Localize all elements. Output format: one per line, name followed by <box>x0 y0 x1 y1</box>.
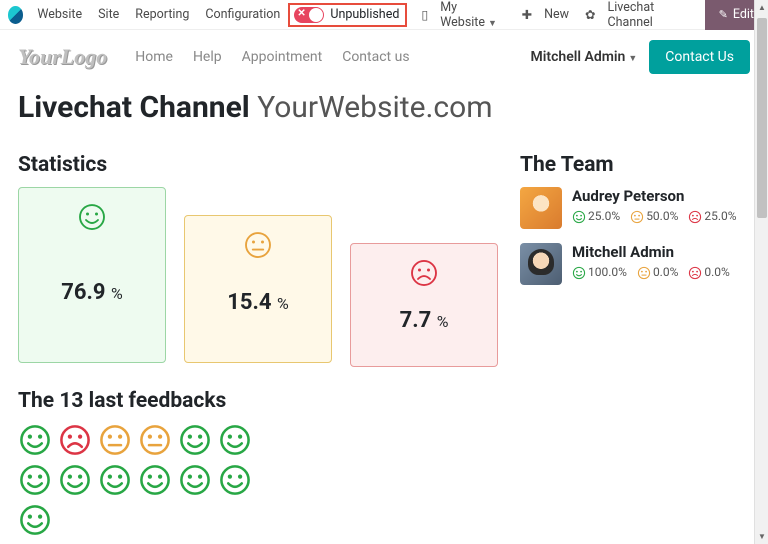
happy-face-icon <box>572 266 586 280</box>
top-menu-configuration[interactable]: Configuration <box>205 7 280 22</box>
avatar <box>520 243 562 285</box>
stat-card-sad: 7.7 % <box>350 243 498 367</box>
stat-card-neutral: 15.4 % <box>184 215 332 363</box>
livechat-channel-link[interactable]: Livechat Channel <box>608 0 689 30</box>
team-heading: The Team <box>520 153 750 177</box>
publish-toggle[interactable]: ✕ <box>294 7 324 23</box>
member-name: Mitchell Admin <box>572 243 730 261</box>
sad-face-icon <box>688 266 702 280</box>
top-menu-site[interactable]: Site <box>98 7 119 22</box>
neutral-face-icon <box>630 210 644 224</box>
happy-face-icon <box>18 423 52 457</box>
happy-face-icon <box>178 423 212 457</box>
happy-face-icon <box>218 423 252 457</box>
plus-icon: ✚ <box>522 7 532 23</box>
sad-face-icon <box>409 258 439 288</box>
neutral-face-icon <box>637 266 651 280</box>
stat-cards: 76.9 % 15.4 % 7.7 % <box>18 187 500 367</box>
scrollbar-thumb[interactable] <box>757 18 767 218</box>
feedback-grid <box>18 423 278 537</box>
nav-appointment[interactable]: Appointment <box>242 49 323 65</box>
site-navbar: YourLogo Home Help Appointment Contact u… <box>0 30 768 84</box>
nav-home[interactable]: Home <box>135 49 173 65</box>
top-menu-reporting[interactable]: Reporting <box>135 7 189 22</box>
site-logo[interactable]: YourLogo <box>18 44 107 70</box>
vertical-scrollbar[interactable]: ▲ ▼ <box>754 0 768 544</box>
team-member: Mitchell Admin 100.0% 0.0% 0.0% <box>520 243 750 285</box>
avatar <box>520 187 562 229</box>
sad-face-icon <box>688 210 702 224</box>
happy-face-icon <box>18 463 52 497</box>
happy-face-icon <box>178 463 212 497</box>
happy-face-icon <box>18 503 52 537</box>
my-website-dropdown[interactable]: My Website▼ <box>440 0 505 30</box>
nav-help[interactable]: Help <box>193 49 222 65</box>
mobile-icon[interactable]: ▯ <box>421 7 428 23</box>
page-title: Livechat Channel YourWebsite.com <box>18 90 750 125</box>
neutral-face-icon <box>98 423 132 457</box>
happy-face-icon <box>138 463 172 497</box>
pencil-icon: ✎ <box>719 8 728 21</box>
happy-face-icon <box>77 202 107 232</box>
scroll-down-arrow[interactable]: ▼ <box>758 532 766 541</box>
happy-face-icon <box>58 463 92 497</box>
member-name: Audrey Peterson <box>572 187 737 205</box>
odoo-icon <box>8 6 23 24</box>
publish-toggle-highlight: ✕ Unpublished <box>288 3 407 27</box>
happy-face-icon <box>98 463 132 497</box>
user-menu[interactable]: Mitchell Admin▼ <box>531 49 638 65</box>
new-button[interactable]: New <box>544 7 569 22</box>
contact-us-button[interactable]: Contact Us <box>649 40 750 74</box>
neutral-face-icon <box>138 423 172 457</box>
happy-face-icon <box>572 210 586 224</box>
scroll-up-arrow[interactable]: ▲ <box>758 3 766 12</box>
neutral-face-icon <box>243 230 273 260</box>
member-stats: 100.0% 0.0% 0.0% <box>572 265 730 280</box>
member-stats: 25.0% 50.0% 25.0% <box>572 209 737 224</box>
team-member: Audrey Peterson 25.0% 50.0% 25.0% <box>520 187 750 229</box>
publish-label: Unpublished <box>330 7 399 22</box>
top-menubar: Website Site Reporting Configuration ✕ U… <box>0 0 768 30</box>
statistics-heading: Statistics <box>18 153 500 177</box>
top-brand[interactable]: Website <box>37 7 82 22</box>
nav-contact-us[interactable]: Contact us <box>342 49 409 65</box>
feedbacks-heading: The 13 last feedbacks <box>18 389 750 413</box>
gear-icon: ✿ <box>585 7 595 23</box>
stat-card-happy: 76.9 % <box>18 187 166 363</box>
sad-face-icon <box>58 423 92 457</box>
happy-face-icon <box>218 463 252 497</box>
